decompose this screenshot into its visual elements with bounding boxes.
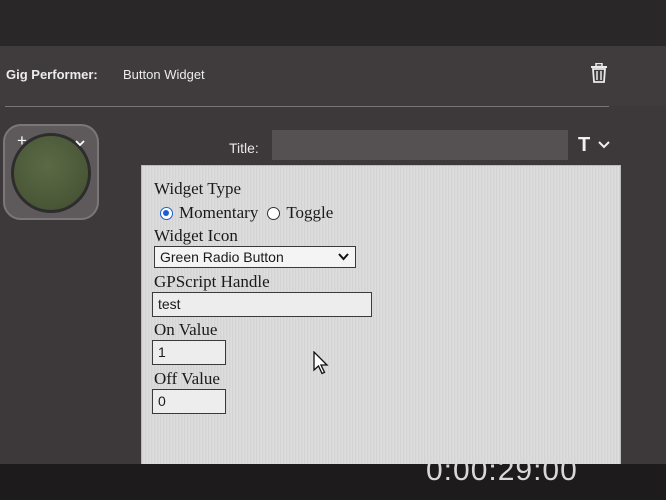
chevron-down-icon [338,253,349,261]
widget-icon-value: Green Radio Button [160,249,284,265]
delete-widget-button[interactable] [586,60,612,86]
gpscript-handle-label: GPScript Handle [154,272,270,291]
time-display: 0:00:29:00 [426,454,578,487]
off-value-value: 0 [158,393,166,409]
widget-properties-panel: Widget Type Momentary Toggle Widget Icon… [142,166,620,464]
on-value-input[interactable]: 1 [152,340,226,365]
bottom-status-strip: 0:00:29:00 [0,454,666,500]
button-widget-preview[interactable]: + [3,124,99,220]
widget-icon-label: Widget Icon [154,226,238,245]
widget-type-radio-group: Momentary Toggle [160,202,333,224]
widget-type-label: Widget Type [154,179,242,198]
mouse-pointer-icon [313,351,329,375]
text-format-icon: T [578,134,591,156]
toggle-label[interactable]: Toggle [286,203,333,223]
gpscript-handle-input[interactable]: test [152,292,372,317]
title-input[interactable] [272,130,568,160]
momentary-radio[interactable] [160,206,173,220]
on-value-value: 1 [158,344,166,360]
widget-type-title: Button Widget [123,67,205,82]
header-divider [5,106,609,107]
editor-header: Gig Performer: Button Widget [0,46,666,106]
toggle-radio[interactable] [267,206,281,220]
off-value-input[interactable]: 0 [152,389,226,414]
off-value-label: Off Value [154,369,220,388]
plus-icon[interactable]: + [17,132,27,149]
momentary-label[interactable]: Momentary [179,203,258,223]
on-value-label: On Value [154,320,218,339]
font-options-button[interactable]: T [576,132,616,158]
chevron-down-icon[interactable] [75,138,85,148]
chevron-down-icon [598,141,610,149]
gpscript-handle-value: test [158,296,181,312]
title-label: Title: [229,140,259,156]
widget-icon-select[interactable]: Green Radio Button [154,246,356,268]
trash-icon [591,63,607,83]
app-name: Gig Performer: [6,67,98,82]
top-toolbar [0,0,666,48]
